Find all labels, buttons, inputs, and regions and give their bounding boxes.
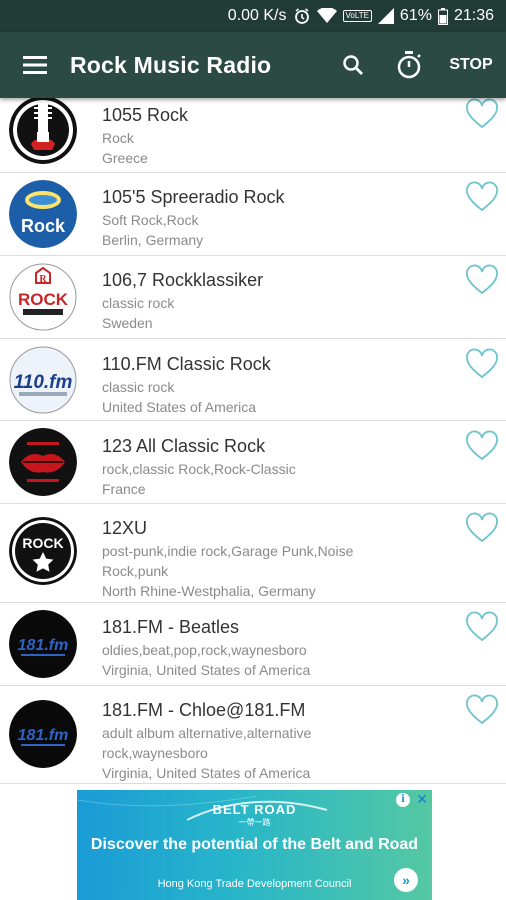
110fm-logo: 110.fm [9,346,77,414]
ad-brand-sub: 一帶一路 [238,818,271,827]
station-title: 110.FM Classic Rock [102,354,271,374]
favorite-heart-icon[interactable] [465,98,499,130]
station-location: North Rhine-Westphalia, Germany [102,583,316,599]
station-row[interactable]: Rock 105'5 Spreeradio Rock Soft Rock,Roc… [0,173,506,256]
station-row[interactable]: 181.fm 181.FM - Chloe@181.FM adult album… [0,686,506,784]
favorite-heart-icon[interactable] [465,264,499,296]
station-genre: classic rock [102,379,175,395]
ad-banner[interactable]: BELT ROAD 一帶一路 Discover the potential of… [77,790,432,900]
lips-logo [9,428,77,496]
station-location: Virginia, United States of America [102,662,311,678]
station-genre: Rock [102,130,134,146]
logo-text: ROCK [22,535,63,551]
search-icon [343,55,363,75]
spreeradio-logo: Rock [9,180,77,248]
rock-star-logo: ROCK [9,517,77,585]
station-genre: adult album alternative,alternative rock… [102,725,312,761]
181fm-logo: 181.fm [9,610,77,678]
status-bar: 0.00 K/s VoLTE 61% 21:36 [0,0,506,32]
station-title: 12XU [102,518,148,538]
station-row[interactable]: ROCK 12XU post-punk,indie rock,Garage Pu… [0,504,506,603]
favorite-heart-icon[interactable] [465,181,499,213]
signal-icon [377,8,394,24]
volte-badge: VoLTE [342,10,372,22]
clock: 21:36 [453,7,494,24]
station-row[interactable]: R ROCK 106,7 Rockklassiker classic rock … [0,256,506,339]
app-bar: Rock Music Radio STOP [0,32,506,98]
ad-close-icon[interactable]: ✕ [416,791,428,808]
favorite-heart-icon[interactable] [465,430,499,462]
ad-headline: Discover the potential of the Belt and R… [90,836,419,853]
sleep-timer-button[interactable] [378,32,440,98]
stop-button[interactable]: STOP [440,32,506,98]
alarm-icon [293,7,311,25]
station-title: 181.FM - Beatles [102,617,240,637]
logo-text: 110.fm [14,372,73,393]
station-title: 105'5 Spreeradio Rock [102,187,285,207]
station-location: Virginia, United States of America [102,765,311,781]
station-title: 106,7 Rockklassiker [102,270,264,290]
station-location: United States of America [102,399,257,415]
station-title: 181.FM - Chloe@181.FM [102,700,306,720]
station-location: Sweden [102,315,153,331]
station-genre: rock,classic Rock,Rock-Classic [102,461,296,477]
favorite-heart-icon[interactable] [465,611,499,643]
ad-info-icon[interactable]: i [396,793,410,807]
favorite-heart-icon[interactable] [465,694,499,726]
station-location: France [102,481,146,497]
station-row[interactable]: 123 All Classic Rock rock,classic Rock,R… [0,421,506,504]
app-title: Rock Music Radio [70,51,272,78]
svg-text:R: R [39,274,47,285]
station-title: 123 All Classic Rock [102,436,266,456]
station-location: Berlin, Germany [102,232,204,248]
station-row[interactable]: 181.fm 181.FM - Beatles oldies,beat,pop,… [0,603,506,686]
logo-text: 181.fm [18,637,69,654]
logo-text: ROCK [18,290,69,309]
ad-brand: BELT ROAD [212,802,297,817]
station-list[interactable]: 1055 Rock Rock Greece Rock 105'5 Spreera… [0,98,506,784]
station-genre: oldies,beat,pop,rock,waynesboro [102,642,307,658]
ad-arrow-icon[interactable]: » [394,868,418,892]
181fm-logo: 181.fm [9,700,77,768]
ad-footer: Hong Kong Trade Development Council [157,878,352,890]
wifi-icon [316,8,337,24]
battery-icon [437,7,448,25]
guitar-logo [9,98,77,164]
search-button[interactable] [328,32,378,98]
favorite-heart-icon[interactable] [465,512,499,544]
network-speed: 0.00 K/s [227,7,287,24]
logo-text: Rock [21,216,66,236]
favorite-heart-icon[interactable] [465,348,499,380]
logo-text: 181.fm [18,727,69,744]
station-genre: post-punk,indie rock,Garage Punk,Noise R… [102,543,354,579]
battery-percent: 61% [399,7,432,24]
station-location: Greece [102,150,148,166]
station-genre: classic rock [102,295,175,311]
timer-icon [397,51,421,79]
rockklassiker-logo: R ROCK [9,263,77,331]
station-row[interactable]: 1055 Rock Rock Greece [0,98,506,173]
station-title: 1055 Rock [102,105,189,125]
menu-button[interactable] [0,32,70,98]
station-row[interactable]: 110.fm 110.FM Classic Rock classic rock … [0,339,506,421]
menu-icon [23,56,47,74]
station-genre: Soft Rock,Rock [102,212,199,228]
